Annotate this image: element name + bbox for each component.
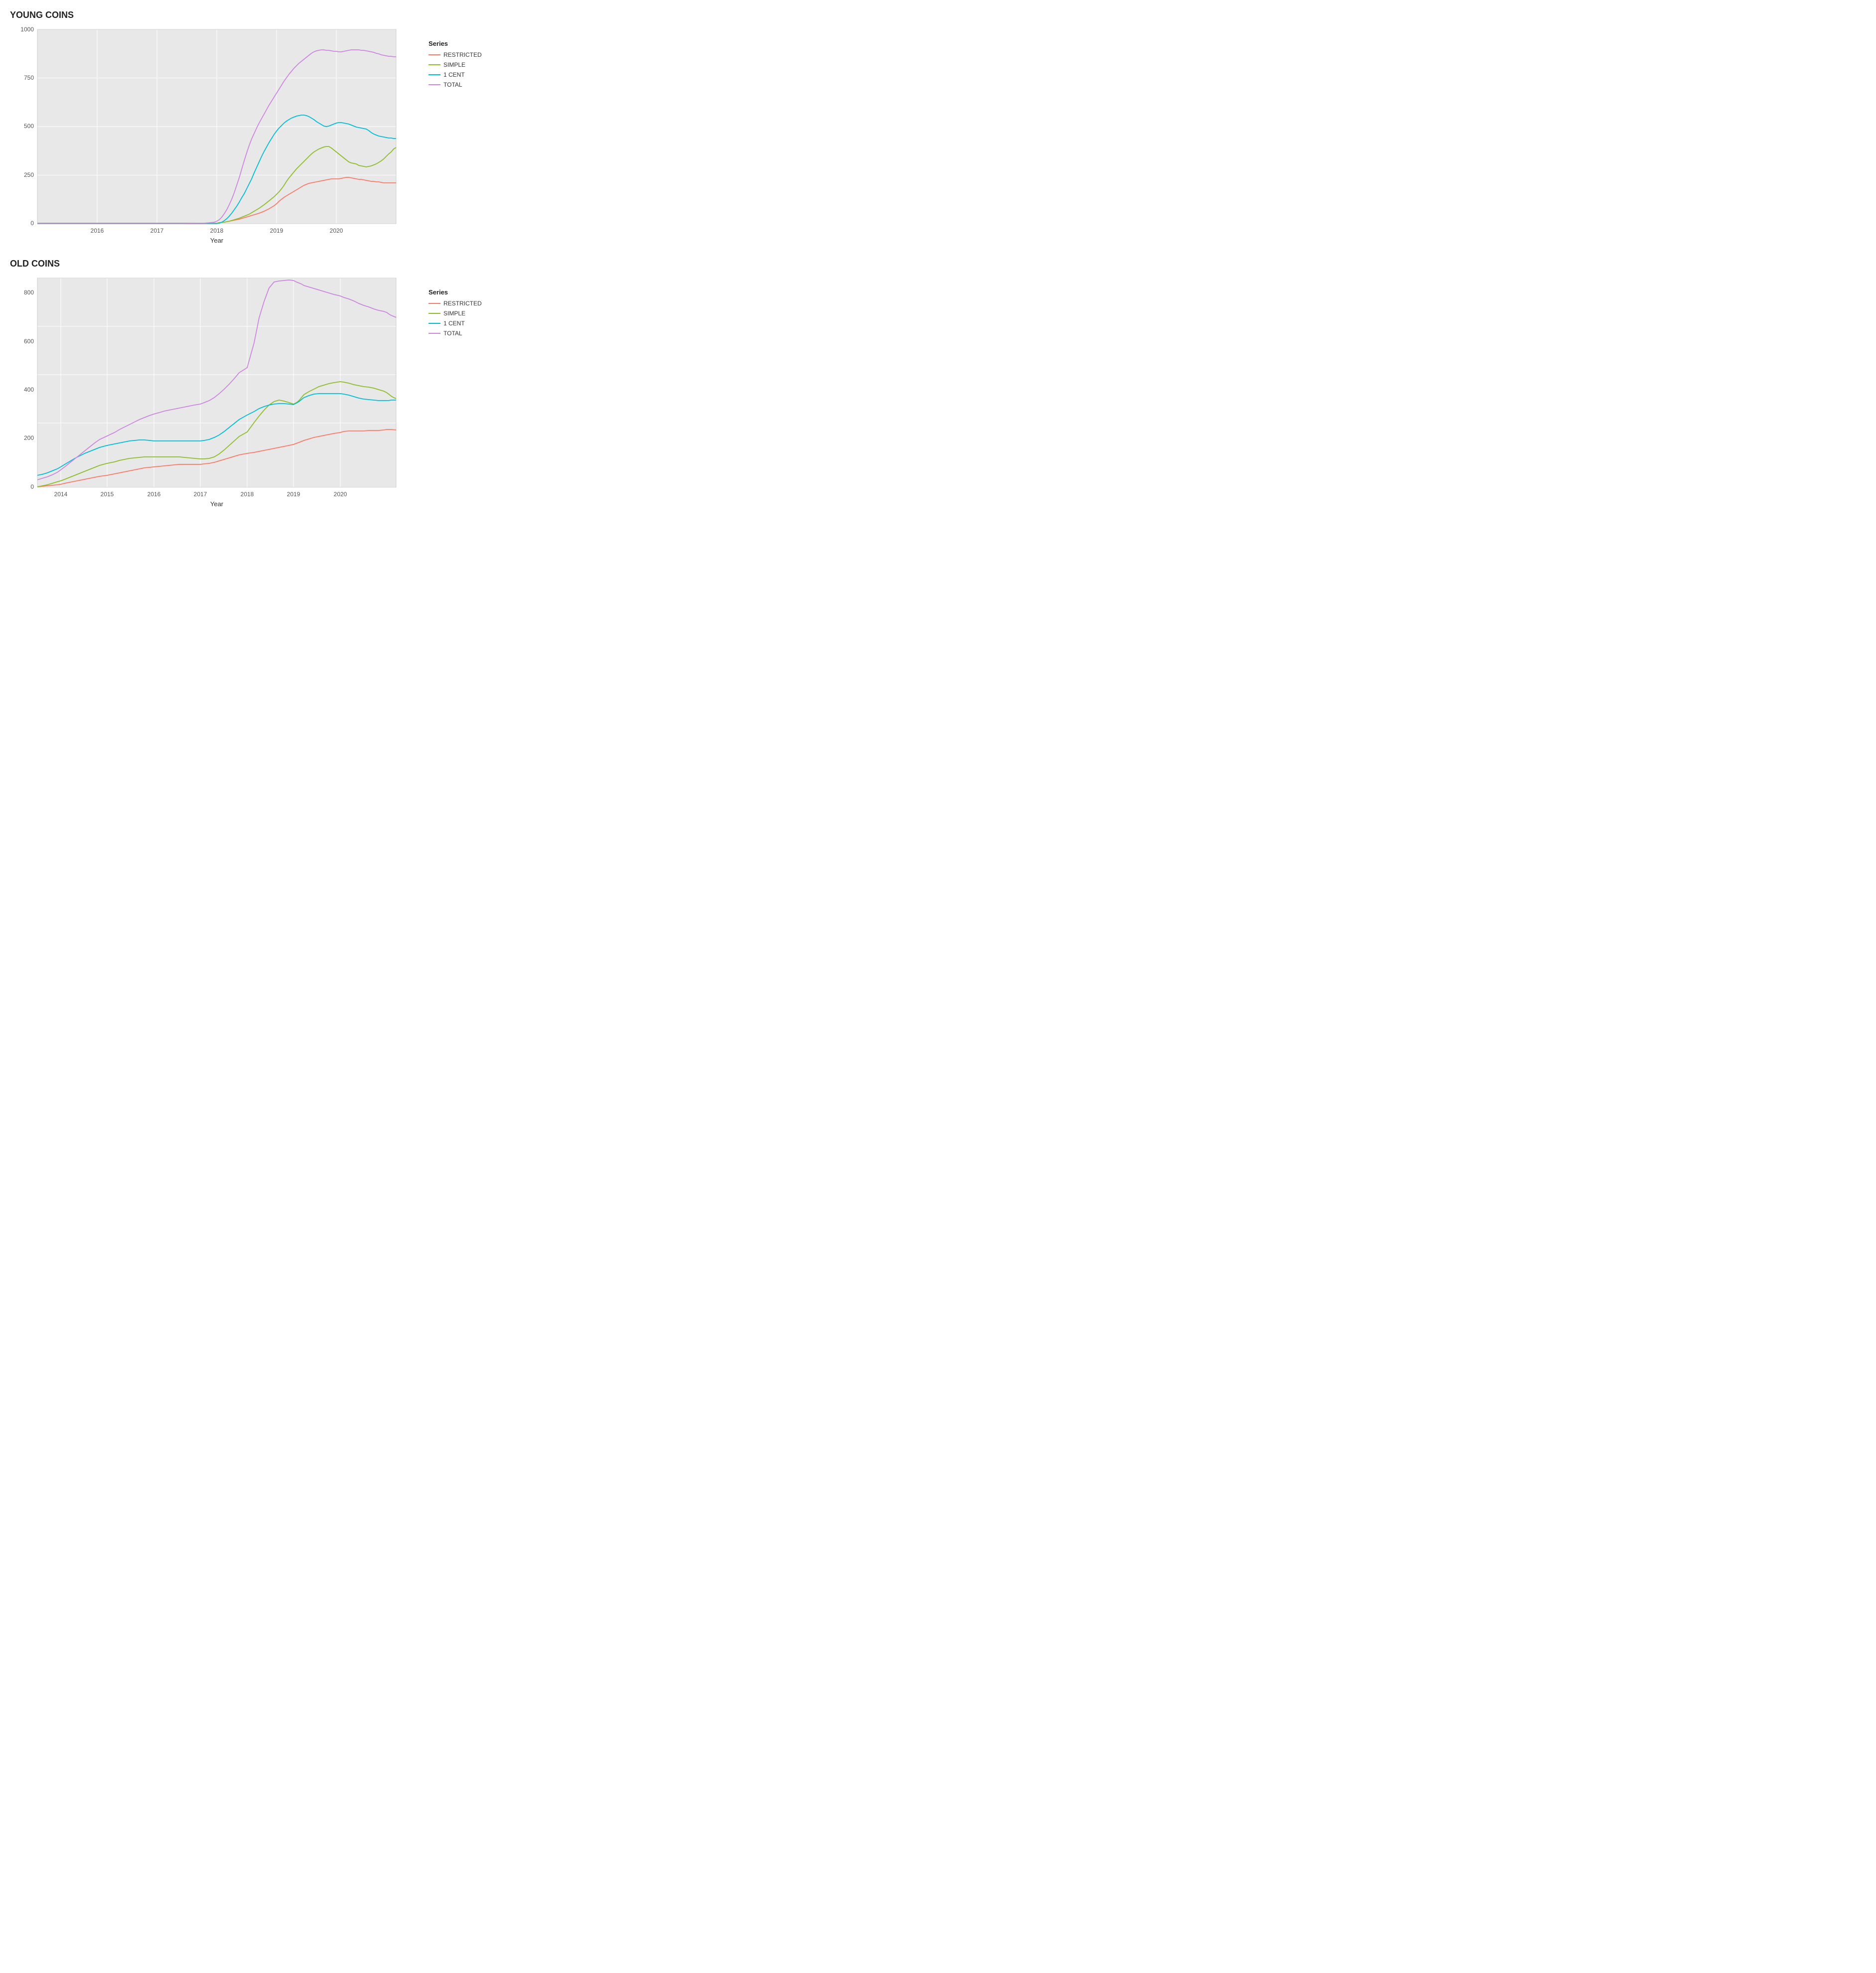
svg-text:2016: 2016 xyxy=(91,227,104,234)
svg-text:250: 250 xyxy=(24,171,34,178)
old-coins-legend: Series RESTRICTED SIMPLE 1 CENT TOTAL xyxy=(424,259,488,507)
legend-line-1cent-1 xyxy=(429,74,440,76)
svg-text:2018: 2018 xyxy=(210,227,224,234)
svg-text:2015: 2015 xyxy=(101,491,114,498)
svg-text:2020: 2020 xyxy=(330,227,343,234)
old-coins-section: OLD COINS 0 xyxy=(10,259,488,507)
legend-line-simple-2 xyxy=(429,313,440,314)
svg-text:200: 200 xyxy=(24,434,34,441)
legend-line-total-2 xyxy=(429,333,440,334)
svg-text:2019: 2019 xyxy=(270,227,284,234)
svg-text:Year: Year xyxy=(210,237,224,244)
svg-text:2018: 2018 xyxy=(241,491,254,498)
svg-text:2016: 2016 xyxy=(147,491,161,498)
legend-line-restricted-1 xyxy=(429,54,440,56)
legend-item-restricted-2: RESTRICTED xyxy=(429,300,488,307)
legend-label-restricted-2: RESTRICTED xyxy=(443,300,482,307)
legend-title-1: Series xyxy=(429,40,488,47)
legend-title-2: Series xyxy=(429,288,488,296)
young-coins-svg: 0 250 500 750 1000 2016 2017 2018 2019 2… xyxy=(10,24,419,244)
svg-text:2014: 2014 xyxy=(54,491,68,498)
svg-text:750: 750 xyxy=(24,74,34,81)
legend-item-restricted-1: RESTRICTED xyxy=(429,51,488,58)
svg-text:1000: 1000 xyxy=(20,26,34,33)
legend-item-total-2: TOTAL xyxy=(429,330,488,337)
svg-text:0: 0 xyxy=(30,220,34,227)
legend-label-simple-2: SIMPLE xyxy=(443,310,465,317)
legend-label-simple-1: SIMPLE xyxy=(443,61,465,68)
svg-text:0: 0 xyxy=(30,483,34,490)
legend-label-1cent-1: 1 CENT xyxy=(443,71,465,78)
svg-text:500: 500 xyxy=(24,123,34,130)
svg-text:2019: 2019 xyxy=(287,491,300,498)
legend-item-simple-2: SIMPLE xyxy=(429,310,488,317)
legend-item-1cent-1: 1 CENT xyxy=(429,71,488,78)
svg-text:400: 400 xyxy=(24,386,34,393)
old-coins-chart-area: OLD COINS 0 xyxy=(10,259,419,507)
young-coins-title: YOUNG COINS xyxy=(10,10,419,20)
svg-text:600: 600 xyxy=(24,338,34,345)
svg-text:800: 800 xyxy=(24,289,34,296)
svg-text:2020: 2020 xyxy=(334,491,347,498)
legend-item-1cent-2: 1 CENT xyxy=(429,320,488,327)
legend-item-simple-1: SIMPLE xyxy=(429,61,488,68)
old-coins-title: OLD COINS xyxy=(10,259,419,269)
old-coins-svg: 0 200 400 600 800 2014 2015 2016 2017 20… xyxy=(10,273,419,507)
charts-container: YOUNG COINS 0 250 500 xyxy=(10,10,488,507)
legend-label-total-2: TOTAL xyxy=(443,330,462,337)
svg-text:2017: 2017 xyxy=(150,227,164,234)
legend-label-1cent-2: 1 CENT xyxy=(443,320,465,327)
legend-label-restricted-1: RESTRICTED xyxy=(443,51,482,58)
legend-item-total-1: TOTAL xyxy=(429,81,488,88)
legend-label-total-1: TOTAL xyxy=(443,81,462,88)
young-coins-legend: Series RESTRICTED SIMPLE 1 CENT TOTAL xyxy=(424,10,488,244)
young-coins-chart-area: YOUNG COINS 0 250 500 xyxy=(10,10,419,244)
svg-text:Year: Year xyxy=(210,500,224,507)
legend-line-restricted-2 xyxy=(429,303,440,304)
legend-line-total-1 xyxy=(429,84,440,86)
svg-text:2017: 2017 xyxy=(194,491,207,498)
young-coins-section: YOUNG COINS 0 250 500 xyxy=(10,10,488,244)
legend-line-simple-1 xyxy=(429,64,440,66)
legend-line-1cent-2 xyxy=(429,323,440,324)
